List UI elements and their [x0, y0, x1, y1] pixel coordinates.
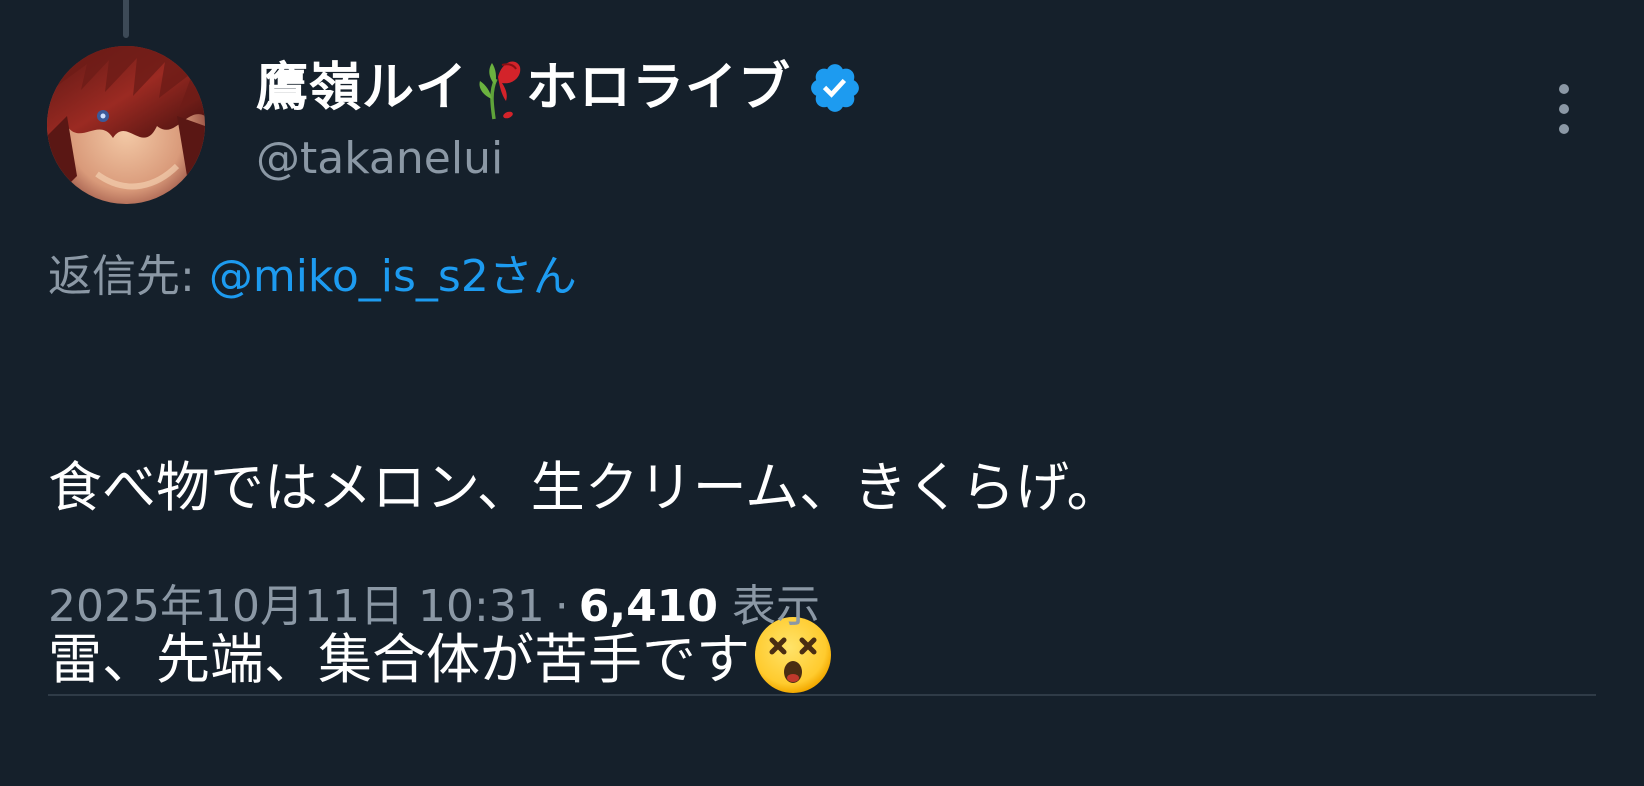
tweet-text: 食べ物ではメロン、生クリーム、きくらげ。 雷、先端、集合体が苦手です	[48, 362, 1588, 786]
tweet-text-line-2: 雷、先端、集合体が苦手です	[48, 628, 750, 691]
reply-to-row: 返信先: @miko_is_s2さん	[48, 255, 577, 299]
thread-connector-line	[123, 0, 129, 38]
tweet-text-line-1: 食べ物ではメロン、生クリーム、きくらげ。	[48, 456, 1121, 519]
author-handle[interactable]: @takanelui	[256, 137, 503, 181]
views-count[interactable]: 6,410	[579, 581, 718, 632]
more-vertical-icon[interactable]	[1548, 80, 1580, 138]
tweet-date[interactable]: 2025年10月11日	[48, 581, 404, 632]
views-label[interactable]: 表示	[732, 581, 820, 632]
tweet-time[interactable]: 10:31	[418, 581, 545, 632]
divider	[48, 694, 1596, 696]
tweet-meta-row: 2025年10月11日 10:31 · 6,410 表示	[48, 585, 820, 629]
author-name-row[interactable]: 鷹嶺ルイ ホロライブ	[256, 52, 863, 124]
verified-badge-icon[interactable]	[807, 60, 863, 116]
author-display-name[interactable]: 鷹嶺ルイ ホロライブ	[256, 55, 791, 121]
reply-separator: :	[180, 251, 195, 302]
reply-mention-link[interactable]: @miko_is_s2さん	[209, 251, 577, 302]
avatar-image	[47, 46, 205, 204]
reply-prefix-label: 返信先	[48, 251, 180, 302]
meta-dot-separator: ·	[554, 581, 569, 632]
author-name-part1: 鷹嶺ルイ	[256, 58, 469, 118]
author-name-part2: ホロライブ	[526, 58, 792, 118]
wilted-rose-icon	[479, 61, 521, 120]
avatar[interactable]	[47, 46, 205, 204]
